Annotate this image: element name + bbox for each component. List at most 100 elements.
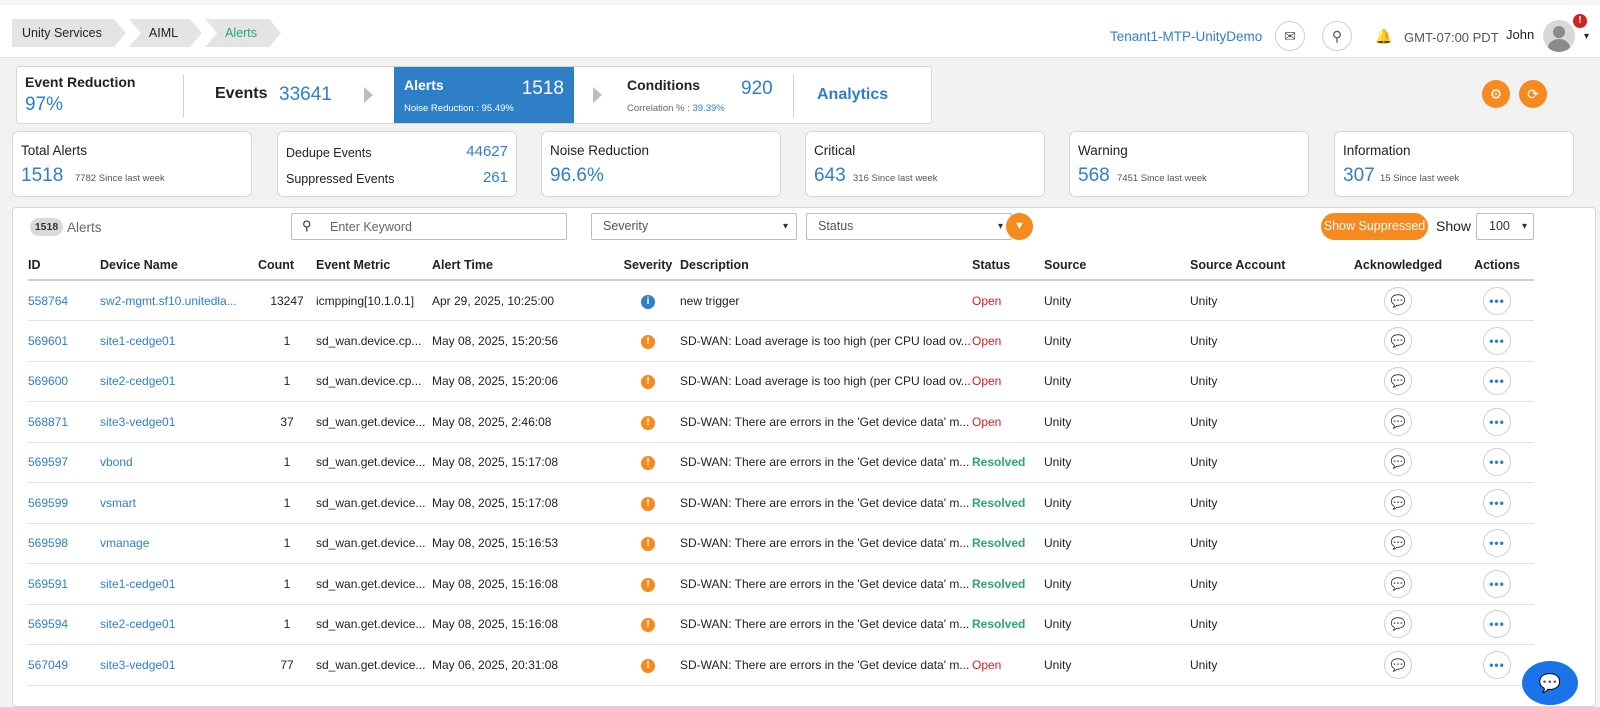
device-name-link[interactable]: vsmart [100,496,136,510]
bell-button[interactable]: 🔔 [1369,21,1399,51]
dedupe-card[interactable]: Dedupe Events 44627 Suppressed Events 26… [277,131,517,197]
column-header-device-name[interactable]: Device Name [100,250,258,281]
acknowledge-button[interactable]: 💬 [1384,367,1412,396]
actions-button[interactable]: ••• [1483,367,1511,396]
analytics-link[interactable]: Analytics [817,86,888,104]
device-name-link[interactable]: site2-cedge01 [100,374,175,388]
device-name-link[interactable]: site1-cedge01 [100,334,175,348]
table-row[interactable]: 569601 site1-cedge01 1 sd_wan.device.cp... M… [28,320,1534,362]
noise-reduction-card[interactable]: Noise Reduction 96.6% [541,131,781,197]
total-alerts-card[interactable]: Total Alerts 1518 7782 Since last week [12,131,252,197]
column-header-event-metric[interactable]: Event Metric [316,250,432,281]
column-header-id[interactable]: ID [28,250,100,281]
actions-button[interactable]: ••• [1483,488,1511,517]
alerts-label: Alerts [67,220,102,235]
conditions-label[interactable]: Conditions [627,77,700,93]
table-row[interactable]: 569594 site2-cedge01 1 sd_wan.get.device...… [28,604,1534,645]
device-name-link[interactable]: site1-cedge01 [100,577,175,591]
device-name-link[interactable]: vbond [100,455,133,469]
table-row[interactable]: 569600 site2-cedge01 1 sd_wan.device.cp... M… [28,361,1534,402]
acknowledge-button[interactable]: 💬 [1384,569,1412,598]
tenant-selector[interactable]: Tenant1-MTP-UnityDemo [1110,29,1262,44]
table-row[interactable]: 569591 site1-cedge01 1 sd_wan.get.device...… [28,563,1534,605]
actions-button[interactable]: ••• [1483,286,1511,315]
events-label[interactable]: Events [215,85,267,103]
breadcrumb-alerts[interactable]: Alerts [205,19,281,47]
description-cell: SD-WAN: There are errors in the 'Get dev… [680,604,972,645]
column-header-description[interactable]: Description [680,250,972,281]
alert-id-link[interactable]: 558764 [28,294,68,308]
column-header-status[interactable]: Status [972,250,1044,281]
column-header-severity[interactable]: Severity [616,250,680,281]
alert-id-link[interactable]: 569599 [28,496,68,510]
avatar[interactable] [1543,20,1575,52]
actions-button[interactable]: ••• [1483,407,1511,436]
alert-id-link[interactable]: 567049 [28,658,68,672]
warning-card[interactable]: Warning 568 7451 Since last week [1069,131,1309,197]
user-name[interactable]: John [1506,27,1534,42]
device-name-link[interactable]: sw2-mgmt.sf10.unitedla... [100,294,237,308]
conditions-value[interactable]: 920 [741,78,773,100]
column-header-alert-time[interactable]: Alert Time [432,250,616,281]
acknowledge-button[interactable]: 💬 [1384,407,1412,436]
acknowledge-button[interactable]: 💬 [1384,650,1412,679]
page-size-select[interactable]: 100 ▾ [1476,213,1534,240]
column-header-acknowledged[interactable]: Acknowledged [1336,250,1460,281]
alert-id-link[interactable]: 569591 [28,577,68,591]
chevron-down-icon[interactable]: ▾ [1584,31,1589,42]
actions-button[interactable]: ••• [1483,326,1511,355]
table-row[interactable]: 569597 vbond 1 sd_wan.get.device... May 08, … [28,442,1534,483]
source-account-cell: Unity [1190,401,1336,443]
critical-card[interactable]: Critical 643 316 Since last week [805,131,1045,197]
information-card[interactable]: Information 307 15 Since last week [1334,131,1574,197]
column-header-actions[interactable]: Actions [1460,250,1534,281]
table-row[interactable]: 568871 site3-vedge01 37 sd_wan.get.device..… [28,401,1534,443]
table-row[interactable]: 567049 site3-vedge01 77 sd_wan.get.device..… [28,644,1534,686]
chat-button[interactable]: 💬 [1522,661,1578,705]
device-name-link[interactable]: vmanage [100,536,149,550]
alert-id-link[interactable]: 569597 [28,455,68,469]
acknowledge-button[interactable]: 💬 [1384,286,1412,315]
device-name-link[interactable]: site3-vedge01 [100,658,175,672]
column-header-source[interactable]: Source [1044,250,1190,281]
status-select[interactable]: Status ▾ [806,213,1012,240]
column-header-source-account[interactable]: Source Account [1190,250,1336,281]
alerts-step[interactable]: Alerts 1518 Noise Reduction : 95.49% [394,67,574,123]
alert-id-link[interactable]: 569594 [28,617,68,631]
table-row[interactable]: 569599 vsmart 1 sd_wan.get.device... May 08,… [28,482,1534,524]
status-badge: Open [972,657,1002,672]
search-button[interactable]: ⚲ [1322,21,1352,51]
acknowledge-button[interactable]: 💬 [1384,326,1412,355]
actions-button[interactable]: ••• [1483,448,1511,477]
actions-button[interactable]: ••• [1483,529,1511,558]
refresh-button[interactable]: ⟳ [1519,80,1547,108]
settings-button[interactable]: ⚙ [1482,80,1510,108]
filter-button[interactable]: ▼ [1006,213,1033,240]
breadcrumb-aiml[interactable]: AIML [129,19,202,47]
actions-button[interactable]: ••• [1483,610,1511,639]
acknowledge-button[interactable]: 💬 [1384,448,1412,477]
mail-button[interactable]: ✉ [1275,21,1305,51]
card-value: 568 [1078,165,1110,186]
alert-id-link[interactable]: 569601 [28,334,68,348]
show-suppressed-button[interactable]: Show Suppressed [1321,213,1428,240]
search-input[interactable] [330,218,560,236]
alert-id-link[interactable]: 568871 [28,415,68,429]
breadcrumb-unity-services[interactable]: Unity Services [12,19,126,47]
actions-button[interactable]: ••• [1483,650,1511,679]
acknowledge-button[interactable]: 💬 [1384,488,1412,517]
acknowledge-button[interactable]: 💬 [1384,529,1412,558]
table-row[interactable]: 558764 sw2-mgmt.sf10.unitedla... 13247 icmp… [28,280,1534,321]
acknowledge-button[interactable]: 💬 [1384,610,1412,639]
events-value[interactable]: 33641 [279,84,332,106]
alert-id-link[interactable]: 569600 [28,374,68,388]
count-cell: 37 [258,401,316,443]
device-name-link[interactable]: site2-cedge01 [100,617,175,631]
severity-select[interactable]: Severity ▾ [591,213,797,240]
search-box[interactable]: ⚲ [291,213,567,240]
device-name-link[interactable]: site3-vedge01 [100,415,175,429]
actions-button[interactable]: ••• [1483,569,1511,598]
column-header-count[interactable]: Count [258,250,316,281]
table-row[interactable]: 569598 vmanage 1 sd_wan.get.device... May 08… [28,523,1534,564]
alert-id-link[interactable]: 569598 [28,536,68,550]
